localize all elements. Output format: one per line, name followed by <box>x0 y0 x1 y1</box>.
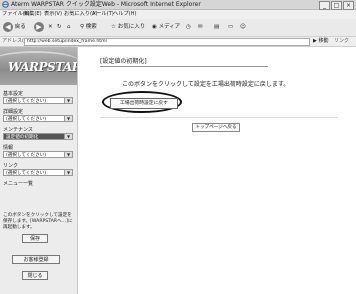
select-advanced-value: (選択してください) <box>6 117 47 122</box>
go-button[interactable]: ▶ 移動 <box>313 38 328 45</box>
back-label: 戻る <box>14 24 26 30</box>
media-button[interactable]: ◉ メディア <box>152 21 180 33</box>
refresh-icon[interactable]: ↻ <box>57 21 62 33</box>
address-bar: アドレス(D) http://web.setup/index_frame.htm… <box>0 37 356 47</box>
home-icon[interactable]: ⌂ <box>67 21 71 33</box>
go-label: 移動 <box>318 38 329 44</box>
back-arrow-icon: ◀ <box>3 21 13 32</box>
links-button[interactable]: リンク <box>334 37 349 46</box>
warpstar-logo: WARPSTAR <box>0 47 77 85</box>
menu-bar: ファイル(F) 編集(E) 表示(V) お気に入り(A) ツール(T) ヘルプ(… <box>0 10 356 19</box>
reset-message: このボタンをクリックして設定を工場出荷時設定に戻します。 <box>122 81 290 88</box>
factory-reset-button[interactable]: 工場出荷時設定に戻す <box>110 98 178 109</box>
back-button[interactable]: ◀ 戻る <box>3 21 26 33</box>
messenger-icon[interactable]: ☺ <box>240 21 246 33</box>
chevron-down-icon: ▼ <box>64 170 72 175</box>
chevron-down-icon: ▼ <box>64 152 72 157</box>
save-button[interactable]: 保存 <box>22 234 48 243</box>
search-button[interactable]: ⚲ 検索 <box>80 21 97 33</box>
star-icon: ☆ <box>111 24 116 30</box>
forward-button[interactable]: ▶ <box>34 21 44 33</box>
select-link[interactable]: (選択してください) ▼ <box>3 169 73 176</box>
main-content: [設定値の初期化] このボタンをクリックして設定を工場出荷時設定に戻します。 工… <box>78 47 356 294</box>
customer-registration-button[interactable]: お客様登録 <box>12 255 60 264</box>
select-maintenance[interactable]: 設定値の初期化 ▼ <box>3 133 73 140</box>
menu-view[interactable]: 表示(V) <box>44 10 62 19</box>
close-button[interactable]: 閉じる <box>22 271 48 280</box>
select-maintenance-value: 設定値の初期化 <box>6 135 39 140</box>
media-label: メディア <box>158 24 181 30</box>
sidebar: WARPSTAR 基本設定 (選択してください) ▼ 詳細設定 (選択してください… <box>0 47 78 294</box>
select-link-value: (選択してください) <box>6 171 47 176</box>
menu-edit[interactable]: 編集(E) <box>24 10 42 19</box>
select-basic-value: (選択してください) <box>6 99 47 104</box>
select-info[interactable]: (選択してください) ▼ <box>3 151 73 158</box>
edit-icon[interactable]: ▭ <box>228 21 233 33</box>
search-icon: ⚲ <box>80 24 85 30</box>
back-to-top-button[interactable]: トップページへ戻る <box>192 123 240 132</box>
chevron-down-icon: ▼ <box>64 98 72 103</box>
toolbar: ◀ 戻る ▶ ✕ ↻ ⌂ ⚲ 検索 ☆ お気に入り ◉ メディア ◷ ✉ ▤ ▭… <box>0 19 356 37</box>
logo-text: WARPSTAR <box>8 60 77 74</box>
select-basic[interactable]: (選択してください) ▼ <box>3 97 73 104</box>
title-bar: Aterm WARPSTAR クイック設定Web - Microsoft Int… <box>0 0 356 10</box>
menu-help[interactable]: ヘルプ(H) <box>113 10 137 19</box>
media-icon: ◉ <box>152 24 157 30</box>
chevron-down-icon: ▼ <box>64 116 72 121</box>
menu-tools[interactable]: ツール(T) <box>91 10 114 19</box>
favorites-button[interactable]: ☆ お気に入り <box>111 21 145 33</box>
maximize-button[interactable]: □ <box>331 1 342 10</box>
divider <box>100 117 338 118</box>
chevron-down-icon: ▼ <box>64 134 72 139</box>
browser-window: Aterm WARPSTAR クイック設定Web - Microsoft Int… <box>0 0 356 294</box>
menu-list-link[interactable]: メニュー一覧 <box>3 181 33 187</box>
select-info-value: (選択してください) <box>6 153 47 158</box>
address-input[interactable]: http://web.setup/index_frame.html <box>24 38 310 46</box>
search-label: 検索 <box>85 24 97 30</box>
print-icon[interactable]: ▤ <box>214 21 219 33</box>
ie-logo-icon <box>2 1 9 8</box>
window-title: Aterm WARPSTAR クイック設定Web - Microsoft Int… <box>11 1 201 8</box>
close-window-button[interactable]: × <box>343 1 354 10</box>
minimize-button[interactable]: _ <box>319 1 330 10</box>
stop-icon[interactable]: ✕ <box>48 21 53 33</box>
favorites-label: お気に入り <box>117 24 146 30</box>
forward-arrow-icon: ▶ <box>34 21 44 32</box>
page-title: [設定値の初期化] <box>100 57 268 67</box>
mail-icon[interactable]: ✉ <box>198 21 203 33</box>
save-note: このボタンをクリックして設定を保存します。[WARPSTARへ…]に再起動します… <box>3 213 73 230</box>
window-controls: _ □ × <box>319 1 354 10</box>
select-advanced[interactable]: (選択してください) ▼ <box>3 115 73 122</box>
history-icon[interactable]: ◷ <box>186 21 191 33</box>
